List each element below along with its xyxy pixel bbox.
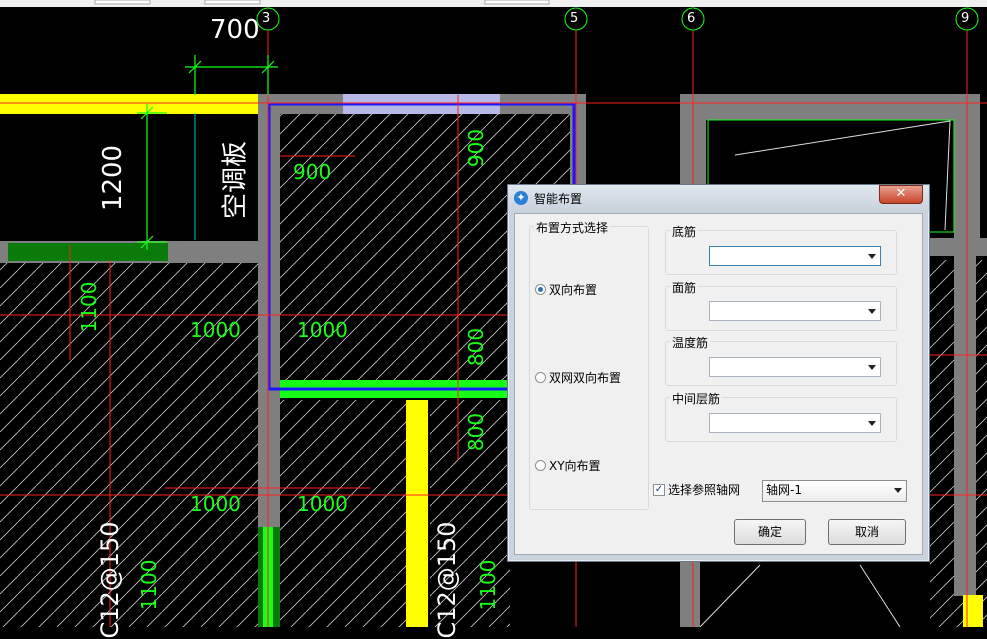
dimension-700: 700 — [210, 15, 260, 45]
beam-yellow — [406, 400, 428, 627]
chevron-down-icon — [894, 488, 902, 493]
chevron-down-icon — [868, 309, 876, 314]
slab-dimension: 1100 — [77, 281, 101, 333]
slab-dimension: 800 — [464, 412, 488, 452]
cancel-button[interactable]: 取消 — [828, 519, 906, 545]
select-value: 轴网-1 — [766, 483, 802, 497]
radio-dot — [535, 460, 546, 471]
radio-dot — [535, 372, 546, 383]
bottom-rebar-select[interactable] — [709, 246, 881, 266]
checkbox-label: 选择参照轴网 — [668, 483, 741, 497]
temperature-rebar-label: 温度筋 — [670, 334, 711, 351]
ref-axis-checkbox[interactable]: ✓ 选择参照轴网 — [653, 481, 740, 498]
axis-label: 9 — [961, 11, 970, 26]
slab-dimension: 1000 — [297, 318, 348, 342]
middle-rebar-label: 中间层筋 — [670, 390, 723, 407]
slab-dimension: 1100 — [476, 559, 500, 611]
slab-dimension: 1000 — [297, 492, 348, 516]
top-rebar-select[interactable] — [709, 301, 881, 321]
top-rebar-label: 面筋 — [670, 279, 699, 296]
rebar-label: C12@150 — [96, 521, 124, 639]
slab-dimension: 900 — [464, 128, 488, 168]
chevron-down-icon — [868, 254, 876, 259]
chevron-down-icon — [868, 421, 876, 426]
radio-label: 双网双向布置 — [549, 371, 622, 385]
slab-region — [0, 262, 258, 627]
rebar-label: C12@150 — [433, 521, 461, 639]
slab-dimension: 1000 — [190, 492, 241, 516]
radio-bidirectional[interactable]: 双向布置 — [535, 281, 597, 298]
radio-label: XY向布置 — [549, 459, 601, 473]
temperature-rebar-select[interactable] — [709, 357, 881, 377]
radio-dot — [535, 284, 546, 295]
smart-layout-dialog: ✦ 智能布置 ✕ 布置方式选择 双向布置 双网双向布置 XY向布置 底筋 面筋 … — [507, 184, 930, 562]
slab-dimension: 900 — [293, 160, 332, 184]
axis-label: 3 — [262, 11, 271, 26]
axis-label: 5 — [570, 11, 579, 26]
dimension-1200: 1200 — [98, 144, 128, 212]
app-icon: ✦ — [514, 191, 528, 205]
dimension-lines — [137, 55, 278, 250]
dialog-body: 布置方式选择 双向布置 双网双向布置 XY向布置 底筋 面筋 温度筋 中间层筋 … — [514, 213, 923, 555]
axis-grid-select[interactable]: 轴网-1 — [762, 480, 907, 502]
bottom-rebar-label: 底筋 — [670, 223, 699, 240]
axis-bubble — [256, 7, 979, 31]
radio-double-net-bidirectional[interactable]: 双网双向布置 — [535, 369, 621, 386]
dialog-title: 智能布置 — [534, 192, 583, 206]
close-x-icon: ✕ — [895, 186, 907, 201]
room-label: 空调板 — [220, 140, 251, 220]
slab-dimension: 1000 — [190, 318, 241, 342]
close-button[interactable]: ✕ — [879, 185, 923, 204]
axis-label: 6 — [687, 11, 696, 26]
radio-xy-direction[interactable]: XY向布置 — [535, 457, 601, 474]
ok-button[interactable]: 确定 — [734, 519, 806, 545]
slab-dimension: 800 — [464, 327, 488, 367]
radio-label: 双向布置 — [549, 283, 598, 297]
dialog-titlebar[interactable]: ✦ 智能布置 ✕ — [508, 185, 929, 211]
chevron-down-icon — [868, 365, 876, 370]
beam-yellow — [0, 94, 258, 114]
layout-method-label: 布置方式选择 — [534, 219, 611, 236]
slab-dimension: 1100 — [137, 559, 161, 611]
middle-rebar-select[interactable] — [709, 413, 881, 433]
checkmark-icon: ✓ — [653, 483, 665, 496]
